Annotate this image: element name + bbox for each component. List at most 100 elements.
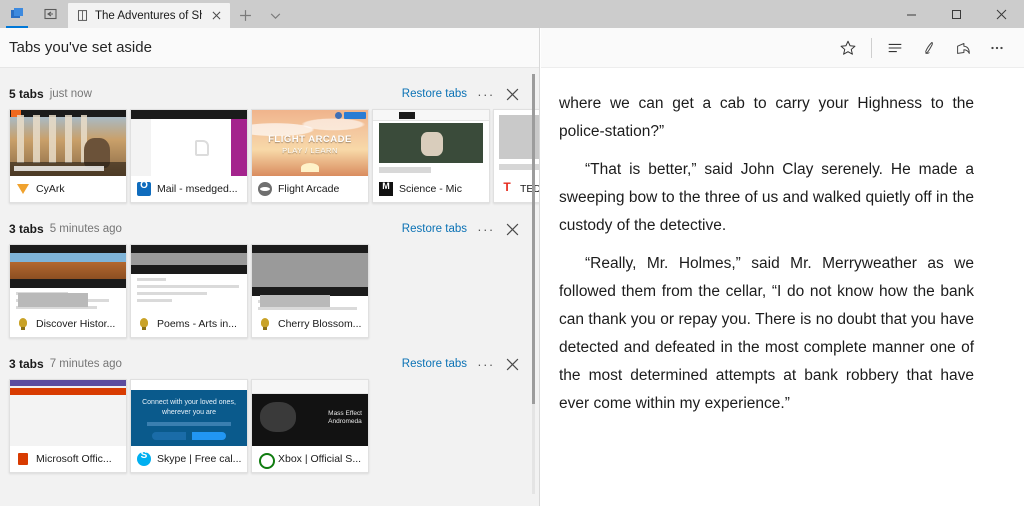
browser-tab[interactable]: The Adventures of Sher — [68, 3, 230, 28]
tab-card[interactable]: Science - Mic — [372, 109, 490, 203]
tab-card-title: Flight Arcade — [278, 183, 339, 195]
tab-card-title: Poems - Arts in... — [157, 318, 237, 330]
tab-count-label: 5 tabs — [9, 87, 44, 101]
tab-caption: Poems - Arts in... — [131, 311, 247, 337]
share-icon — [954, 39, 972, 57]
tab-thumbnail: Connect with your loved ones, wherever y… — [131, 380, 247, 446]
tab-card-list: Discover Histor... Poems - Arts in... — [0, 244, 539, 338]
maximize-icon — [951, 9, 962, 20]
tab-group-actions: Restore tabs ··· — [396, 217, 525, 241]
more-options-button[interactable] — [980, 32, 1014, 64]
tab-thumbnail: FLIGHT ARCADEPLAY / LEARN — [252, 110, 368, 176]
tab-card-list: Microsoft Offic... Connect with your lov… — [0, 379, 539, 473]
tabs-you-set-aside-button[interactable] — [34, 0, 68, 28]
scrollbar-thumb[interactable] — [532, 74, 535, 404]
tab-group: 3 tabs 5 minutes ago Restore tabs ··· — [0, 214, 539, 338]
set-tabs-aside-icon — [9, 6, 25, 22]
edge-browser-window: The Adventures of Sher — [0, 0, 1024, 506]
set-tabs-aside-button[interactable] — [0, 0, 34, 28]
outlook-icon — [137, 182, 151, 196]
close-icon — [996, 9, 1007, 20]
tab-group-actions: Restore tabs ··· — [396, 352, 525, 376]
tab-thumbnail — [10, 245, 126, 311]
close-group-button[interactable] — [499, 82, 525, 106]
close-window-button[interactable] — [979, 0, 1024, 28]
ellipsis-icon — [988, 39, 1006, 57]
bulb-icon — [258, 317, 272, 331]
tab-card-title: Science - Mic — [399, 183, 462, 195]
new-tab-button[interactable] — [230, 2, 260, 28]
tab-card-title: Microsoft Offic... — [36, 453, 112, 465]
tab-group: 5 tabs just now Restore tabs ··· — [0, 79, 539, 203]
tab-caption: Science - Mic — [373, 176, 489, 202]
tab-caption: Cherry Blossom... — [252, 311, 368, 337]
tab-thumbnail — [10, 110, 126, 176]
article-body: where we can get a cab to carry your Hig… — [541, 68, 1024, 418]
tab-card-title: Mail - msedged... — [157, 183, 238, 195]
tab-caption: CyArk — [10, 176, 126, 202]
tab-card-title: Xbox | Official S... — [278, 453, 361, 465]
tab-card-title: Skype | Free cal... — [157, 453, 241, 465]
tab-group-time: 7 minutes ago — [50, 358, 122, 370]
tab-card[interactable]: Mail - msedged... — [130, 109, 248, 203]
share-button[interactable] — [946, 32, 980, 64]
tab-thumbnail — [131, 245, 247, 311]
tab-card[interactable]: CyArk — [9, 109, 127, 203]
tab-group-header: 5 tabs just now Restore tabs ··· — [0, 79, 539, 109]
more-options-button[interactable]: ··· — [473, 82, 499, 106]
plus-icon — [239, 9, 252, 22]
restore-tabs-link[interactable]: Restore tabs — [396, 86, 473, 102]
office-icon — [16, 452, 30, 466]
hub-reading-list-icon — [886, 39, 904, 57]
pane-header: Tabs you've set aside — [0, 28, 539, 68]
tab-group-actions: Restore tabs ··· — [396, 82, 525, 106]
xbox-icon — [258, 452, 272, 466]
notes-button[interactable] — [912, 32, 946, 64]
tab-caption: Xbox | Official S... — [252, 446, 368, 472]
minimize-icon — [906, 9, 917, 20]
close-icon — [506, 88, 519, 101]
article-paragraph: “Really, Mr. Holmes,” said Mr. Merryweat… — [559, 250, 974, 418]
close-group-button[interactable] — [499, 217, 525, 241]
restore-tabs-link[interactable]: Restore tabs — [396, 221, 473, 237]
restore-tabs-link[interactable]: Restore tabs — [396, 356, 473, 372]
tab-card-list: CyArk Mail - msedged... — [0, 109, 539, 203]
more-options-button[interactable]: ··· — [473, 352, 499, 376]
close-icon — [506, 358, 519, 371]
tab-card[interactable]: Discover Histor... — [9, 244, 127, 338]
more-options-button[interactable]: ··· — [473, 217, 499, 241]
close-icon — [212, 11, 221, 20]
tab-close-button[interactable] — [208, 8, 224, 24]
tab-card-title: CyArk — [36, 183, 65, 195]
tab-card[interactable]: Poems - Arts in... — [130, 244, 248, 338]
tab-thumbnail — [10, 380, 126, 446]
tab-card[interactable]: FLIGHT ARCADEPLAY / LEARN Flight Arcade — [251, 109, 369, 203]
tab-caption: Mail - msedged... — [131, 176, 247, 202]
tabs-you-set-aside-icon — [43, 6, 59, 22]
title-bar: The Adventures of Sher — [0, 0, 1024, 28]
reading-list-button[interactable] — [878, 32, 912, 64]
tab-card[interactable]: Mass EffectAndromeda Xbox | Official S..… — [251, 379, 369, 473]
tab-dropdown-button[interactable] — [260, 2, 290, 28]
tab-caption: Microsoft Offic... — [10, 446, 126, 472]
tab-group-time: just now — [50, 88, 92, 100]
star-icon — [839, 39, 857, 57]
page-title: Tabs you've set aside — [9, 39, 152, 56]
maximize-button[interactable] — [934, 0, 979, 28]
tab-thumbnail: Mass EffectAndromeda — [252, 380, 368, 446]
tab-title: The Adventures of Sher — [95, 10, 202, 22]
title-bar-left: The Adventures of Sher — [0, 0, 290, 28]
tab-card[interactable]: Cherry Blossom... — [251, 244, 369, 338]
minimize-button[interactable] — [889, 0, 934, 28]
close-group-button[interactable] — [499, 352, 525, 376]
tab-thumbnail — [252, 245, 368, 311]
left-pane-scrollbar[interactable] — [532, 74, 535, 494]
tab-card[interactable]: Connect with your loved ones, wherever y… — [130, 379, 248, 473]
tab-card[interactable]: Microsoft Offic... — [9, 379, 127, 473]
favorite-button[interactable] — [831, 32, 865, 64]
set-aside-tabs-pane: Tabs you've set aside 5 tabs just now Re… — [0, 28, 540, 506]
flight-arcade-icon — [258, 182, 272, 196]
close-icon — [506, 223, 519, 236]
article-paragraph: where we can get a cab to carry your Hig… — [559, 90, 974, 146]
tab-card-title: Cherry Blossom... — [278, 318, 361, 330]
